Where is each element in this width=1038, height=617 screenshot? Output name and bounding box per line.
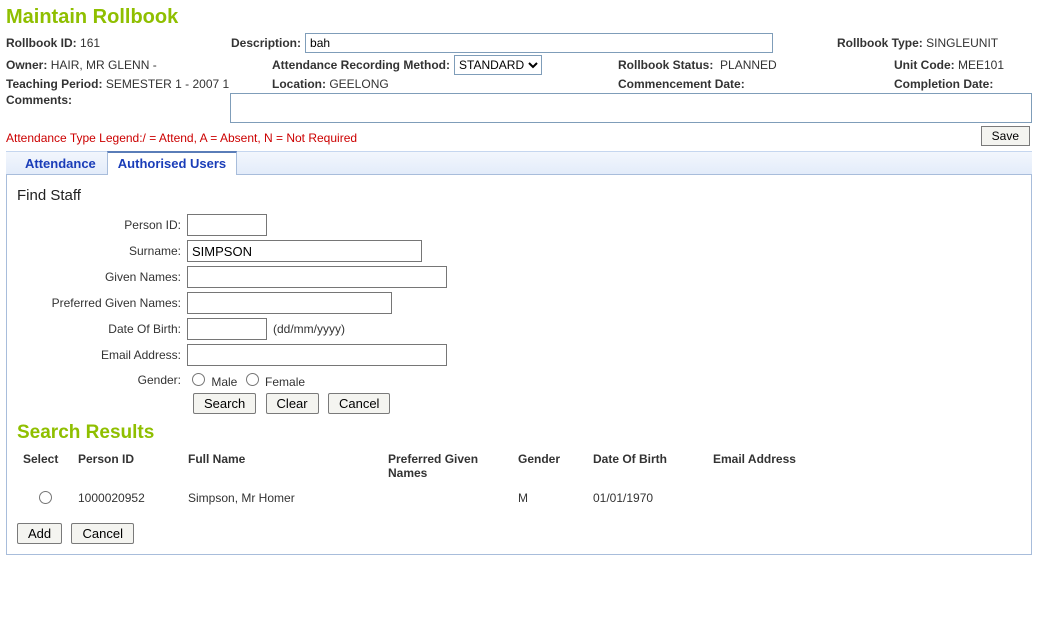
given-names-label: Given Names: bbox=[17, 270, 187, 284]
att-method-select[interactable]: STANDARD bbox=[454, 55, 542, 75]
rollbook-id-label: Rollbook ID: bbox=[6, 36, 77, 50]
comments-textarea[interactable] bbox=[230, 93, 1032, 123]
comments-label: Comments: bbox=[6, 93, 72, 107]
email-label: Email Address: bbox=[17, 348, 187, 362]
page-title: Maintain Rollbook bbox=[6, 6, 1032, 29]
table-row: 1000020952Simpson, Mr Homer M01/01/1970 bbox=[17, 484, 1001, 511]
col-dob: Date Of Birth bbox=[587, 448, 707, 484]
clear-button[interactable]: Clear bbox=[266, 393, 319, 414]
teaching-period-label: Teaching Period: bbox=[6, 77, 102, 91]
given-names-input[interactable] bbox=[187, 266, 447, 288]
rollbook-status-value: PLANNED bbox=[720, 58, 777, 72]
find-staff-heading: Find Staff bbox=[17, 187, 1021, 204]
attendance-legend: Attendance Type Legend:/ = Attend, A = A… bbox=[6, 131, 1032, 145]
cell-full-name: Simpson, Mr Homer bbox=[182, 484, 382, 511]
owner-value: HAIR, MR GLENN - bbox=[51, 58, 157, 72]
col-person-id: Person ID bbox=[72, 448, 182, 484]
tab-attendance[interactable]: Attendance bbox=[14, 152, 107, 175]
description-label: Description: bbox=[231, 36, 301, 50]
pref-given-names-label: Preferred Given Names: bbox=[17, 296, 187, 310]
tab-bar: Attendance Authorised Users bbox=[6, 151, 1032, 175]
gender-male-radio[interactable] bbox=[192, 373, 205, 386]
gender-female-radio[interactable] bbox=[246, 373, 259, 386]
save-button[interactable]: Save bbox=[981, 126, 1030, 146]
gender-male-label: Male bbox=[211, 375, 237, 389]
results-table: Select Person ID Full Name Preferred Giv… bbox=[17, 448, 1001, 511]
cell-gender: M bbox=[512, 484, 587, 511]
rollbook-type-value: SINGLEUNIT bbox=[926, 36, 998, 50]
location-label: Location: bbox=[272, 77, 326, 91]
surname-label: Surname: bbox=[17, 244, 187, 258]
tab-authorised-users[interactable]: Authorised Users bbox=[107, 151, 237, 175]
rollbook-id-value: 161 bbox=[80, 36, 100, 50]
pref-given-names-input[interactable] bbox=[187, 292, 392, 314]
add-button[interactable]: Add bbox=[17, 523, 62, 544]
gender-label: Gender: bbox=[17, 373, 187, 387]
cell-dob: 01/01/1970 bbox=[587, 484, 707, 511]
unit-code-value: MEE101 bbox=[958, 58, 1004, 72]
cell-pref-given bbox=[382, 484, 512, 511]
unit-code-label: Unit Code: bbox=[894, 58, 955, 72]
col-full-name: Full Name bbox=[182, 448, 382, 484]
gender-female-label: Female bbox=[265, 375, 305, 389]
owner-label: Owner: bbox=[6, 58, 47, 72]
col-select: Select bbox=[17, 448, 72, 484]
search-button[interactable]: Search bbox=[193, 393, 256, 414]
completion-label: Completion Date: bbox=[894, 77, 993, 91]
gender-female-option[interactable]: Female bbox=[241, 370, 305, 389]
gender-male-option[interactable]: Male bbox=[187, 370, 237, 389]
email-input[interactable] bbox=[187, 344, 447, 366]
rollbook-status-label: Rollbook Status: bbox=[618, 58, 713, 72]
commencement-label: Commencement Date: bbox=[618, 77, 745, 91]
dob-input[interactable] bbox=[187, 318, 267, 340]
search-results-heading: Search Results bbox=[17, 422, 1021, 444]
person-id-input[interactable] bbox=[187, 214, 267, 236]
cell-person-id: 1000020952 bbox=[72, 484, 182, 511]
col-pref-given: Preferred Given Names bbox=[382, 448, 512, 484]
teaching-period-value: SEMESTER 1 - 2007 1 bbox=[106, 77, 229, 91]
description-input[interactable] bbox=[305, 33, 773, 53]
col-gender: Gender bbox=[512, 448, 587, 484]
select-radio[interactable] bbox=[39, 491, 52, 504]
rollbook-type-label: Rollbook Type: bbox=[837, 36, 923, 50]
dob-label: Date Of Birth: bbox=[17, 322, 187, 336]
cancel-button-bottom[interactable]: Cancel bbox=[71, 523, 133, 544]
location-value: GEELONG bbox=[329, 77, 388, 91]
dob-hint: (dd/mm/yyyy) bbox=[273, 322, 345, 336]
att-method-label: Attendance Recording Method: bbox=[272, 58, 450, 72]
cancel-button[interactable]: Cancel bbox=[328, 393, 390, 414]
person-id-label: Person ID: bbox=[17, 218, 187, 232]
col-email: Email Address bbox=[707, 448, 1001, 484]
surname-input[interactable] bbox=[187, 240, 422, 262]
cell-email bbox=[707, 484, 1001, 511]
